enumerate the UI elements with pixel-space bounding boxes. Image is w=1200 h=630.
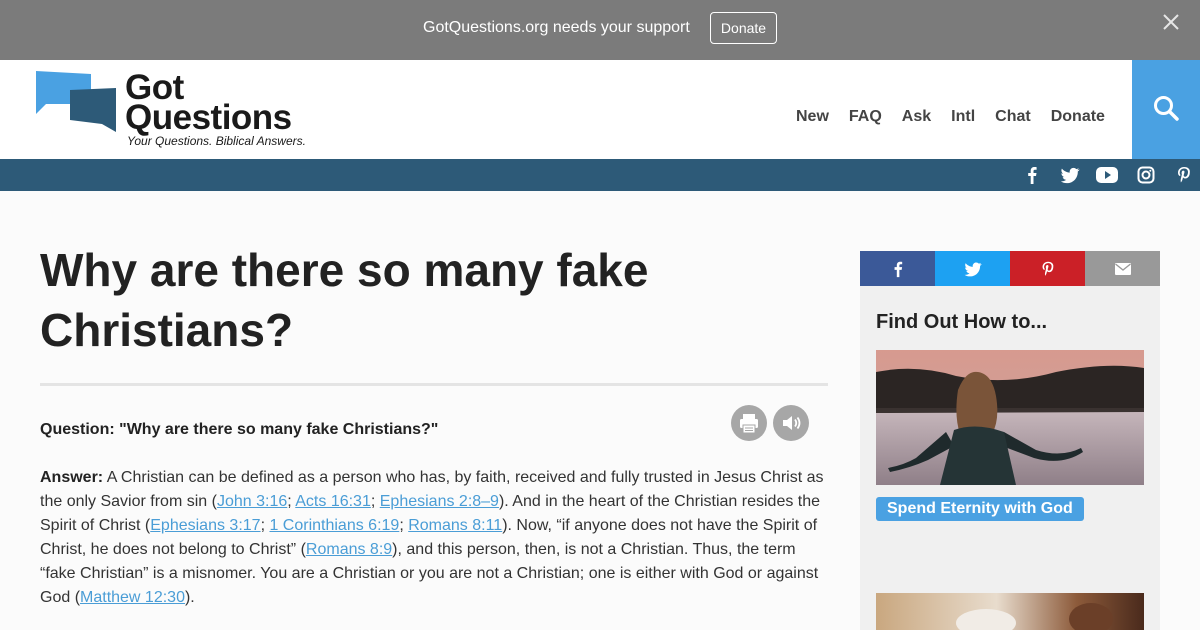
banner-donate-button[interactable]: Donate [710,12,777,44]
close-icon[interactable] [1160,11,1182,33]
nav-donate[interactable]: Donate [1051,108,1105,126]
page-title: Why are there so many fake Christians? [40,244,649,356]
answer-segment: ; [370,493,380,510]
instagram-icon[interactable] [1137,164,1155,186]
pinterest-icon [1042,261,1053,276]
print-button[interactable] [731,405,767,441]
article: Why are there so many fake Christians? [40,240,830,360]
search-icon [1154,96,1179,121]
scripture-link[interactable]: Acts 16:31 [295,493,371,510]
scripture-link[interactable]: Ephesians 2:8–9 [380,493,499,510]
share-buttons [860,251,1160,286]
speaker-icon [783,416,801,430]
title-divider [40,383,828,386]
scripture-link[interactable]: Romans 8:9 [306,541,392,558]
answer-text: Answer: A Christian can be defined as a … [40,466,830,610]
printer-icon [740,414,758,434]
search-button[interactable] [1132,60,1200,159]
nav-ask[interactable]: Ask [902,108,931,126]
youtube-icon[interactable] [1095,164,1119,186]
envelope-icon [1114,262,1131,275]
promo-button[interactable]: Spend Eternity with God [876,497,1084,521]
nav-intl[interactable]: Intl [951,108,975,126]
logo-text-questions: Questions [125,98,292,137]
sidebar-title: Find Out How to... [876,311,1048,333]
nav-faq[interactable]: FAQ [849,108,882,126]
facebook-icon [894,261,902,277]
promo-image-2[interactable] [876,593,1144,630]
answer-label: Answer: [40,469,104,486]
pinterest-icon[interactable] [1176,164,1192,186]
logo-tagline: Your Questions. Biblical Answers. [127,134,306,148]
nav-new[interactable]: New [796,108,829,126]
nav-chat[interactable]: Chat [995,108,1031,126]
promo-photo-image [876,593,1144,630]
speech-bubbles-icon [36,71,116,132]
sidebar: Find Out How to... Spend Eternity with G… [860,286,1160,630]
scripture-link[interactable]: Romans 8:11 [408,517,502,534]
site-header: Got Questions Your Questions. Biblical A… [0,60,1200,159]
banner-text: GotQuestions.org needs your support [423,19,690,36]
scripture-link[interactable]: Ephesians 3:17 [150,517,260,534]
share-email-button[interactable] [1085,251,1160,286]
share-pinterest-button[interactable] [1010,251,1085,286]
question-text: Question: "Why are there so many fake Ch… [40,421,439,438]
share-facebook-button[interactable] [860,251,935,286]
promo-image[interactable] [876,350,1144,485]
twitter-icon[interactable] [1059,164,1081,186]
scripture-link[interactable]: John 3:16 [217,493,287,510]
answer-segment: ; [399,517,409,534]
share-twitter-button[interactable] [935,251,1010,286]
support-banner: GotQuestions.org needs your support Dona… [0,0,1200,60]
social-bar [0,159,1200,191]
woman-at-lake-image [876,350,1144,485]
site-logo[interactable]: Got Questions Your Questions. Biblical A… [34,70,324,152]
twitter-icon [964,262,982,276]
answer-segment: ). [184,589,195,606]
listen-button[interactable] [773,405,809,441]
scripture-link[interactable]: Matthew 12:30 [80,589,185,606]
facebook-icon[interactable] [1026,164,1038,186]
scripture-link[interactable]: 1 Corinthians 6:19 [269,517,399,534]
main-nav: New FAQ Ask Intl Chat Donate [796,108,1125,126]
